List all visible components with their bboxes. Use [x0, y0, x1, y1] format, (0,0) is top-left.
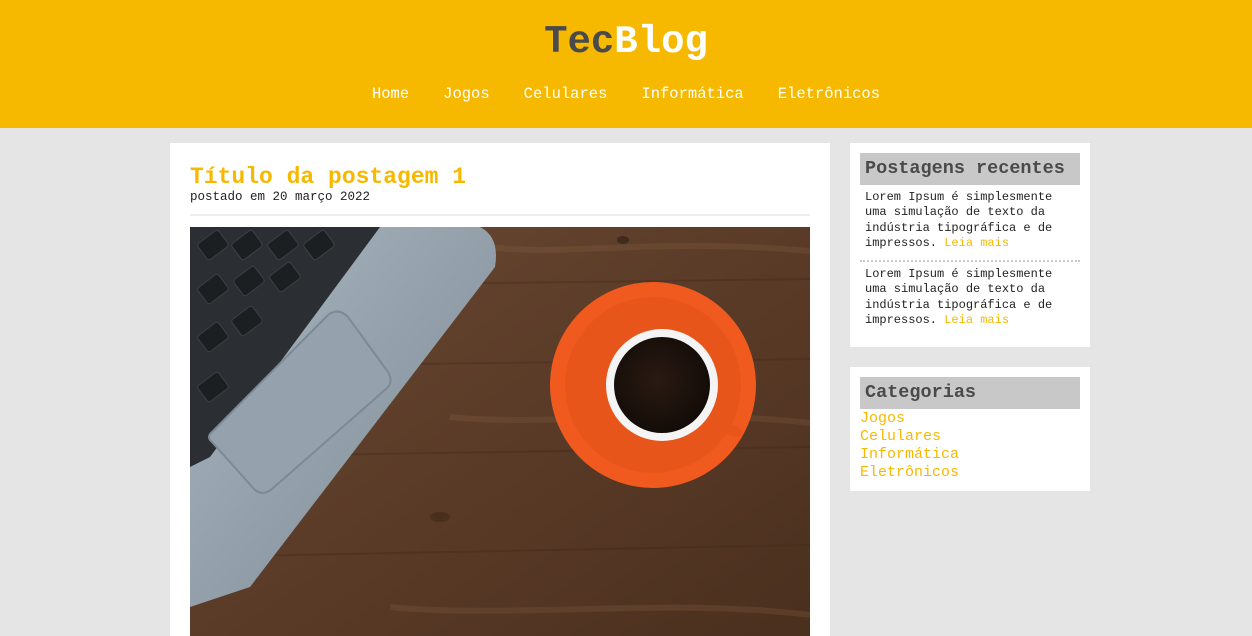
recent-post-item: Lorem Ipsum é simplesmente uma simulação…	[860, 267, 1080, 328]
nav-informatica[interactable]: Informática	[624, 84, 760, 104]
category-item: Jogos	[860, 410, 959, 428]
category-link-celulares[interactable]: Celulares	[860, 428, 959, 446]
site-header: TecBlog Home Jogos Celulares Informática…	[0, 0, 1252, 128]
nav-home[interactable]: Home	[355, 84, 426, 104]
main-nav: Home Jogos Celulares Informática Eletrôn…	[0, 84, 1252, 104]
category-link-eletronicos[interactable]: Eletrônicos	[860, 464, 959, 482]
category-item: Informática	[860, 446, 959, 464]
recent-divider	[860, 260, 1080, 262]
post-date: postado em 20 março 2022	[190, 190, 371, 204]
logo-part-tec: Tec	[544, 20, 615, 64]
categories-widget: Categorias Jogos Celulares Informática E…	[850, 367, 1090, 491]
logo-part-blog: Blog	[614, 20, 708, 64]
post-divider	[190, 214, 810, 216]
site-logo[interactable]: TecBlog	[0, 20, 1252, 64]
category-link-jogos[interactable]: Jogos	[860, 410, 959, 428]
recent-post-item: Lorem Ipsum é simplesmente uma simulação…	[860, 190, 1080, 251]
read-more-link[interactable]: Leia mais	[944, 313, 1009, 327]
recent-posts-widget: Postagens recentes Lorem Ipsum é simples…	[850, 143, 1090, 347]
post-image	[190, 227, 810, 636]
read-more-link[interactable]: Leia mais	[944, 236, 1009, 250]
post-card: Título da postagem 1 postado em 20 março…	[170, 143, 830, 636]
nav-celulares[interactable]: Celulares	[507, 84, 625, 104]
categories-list: Jogos Celulares Informática Eletrônicos	[860, 410, 959, 482]
nav-jogos[interactable]: Jogos	[426, 84, 507, 104]
categories-title: Categorias	[860, 377, 1080, 409]
post-title[interactable]: Título da postagem 1	[190, 163, 466, 191]
category-link-informatica[interactable]: Informática	[860, 446, 959, 464]
category-item: Eletrônicos	[860, 464, 959, 482]
category-item: Celulares	[860, 428, 959, 446]
recent-posts-title: Postagens recentes	[860, 153, 1080, 185]
nav-eletronicos[interactable]: Eletrônicos	[761, 84, 897, 104]
